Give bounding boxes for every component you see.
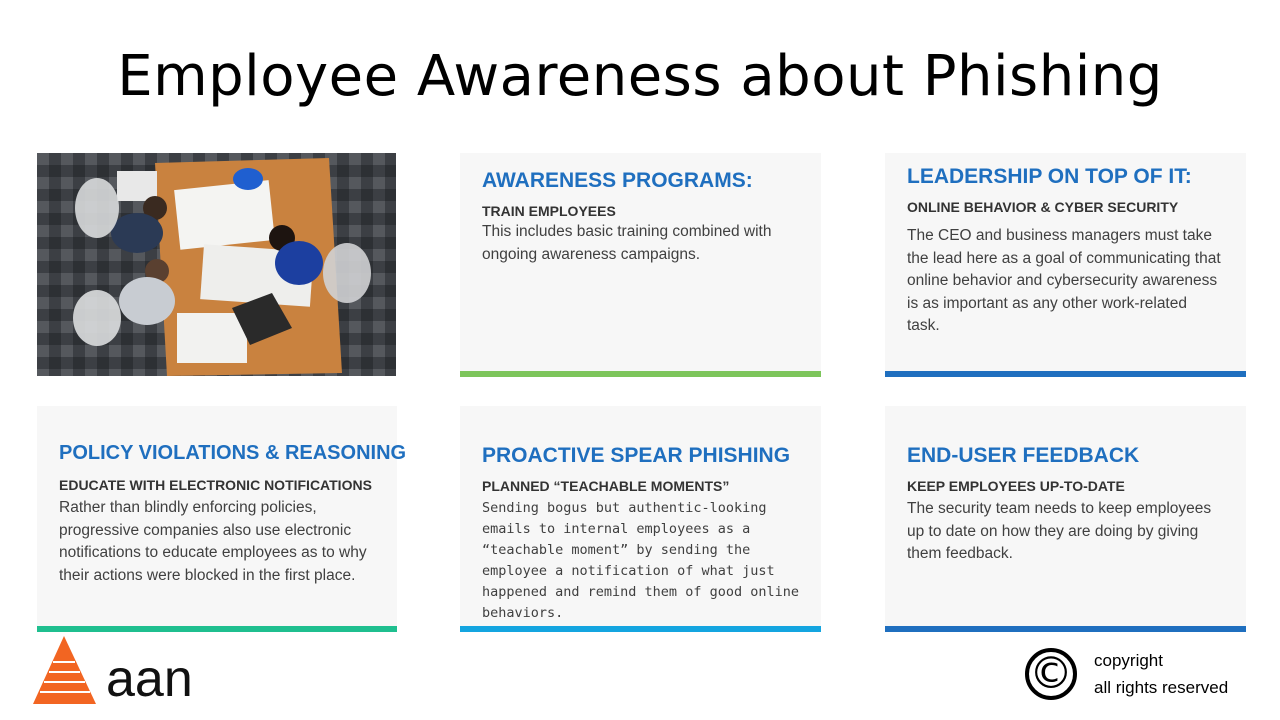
card-heading: POLICY VIOLATIONS & REASONING [59,442,407,464]
card-accent-bar [885,371,1246,377]
card-heading: END-USER FEEDBACK [907,444,1140,467]
card-body: Rather than blindly enforcing policies, … [59,499,367,584]
card-subheading: ONLINE BEHAVIOR & CYBER SECURITY [907,199,1179,215]
card-body: The security team needs to keep employee… [907,500,1212,562]
card-body: Sending bogus but authentic-looking emai… [482,500,799,621]
card-body: The CEO and business managers must take … [907,227,1221,334]
copyright-label: copyright [1094,651,1163,670]
card-heading: AWARENESS PROGRAMS: [482,169,753,192]
card-awareness-programs: AWARENESS PROGRAMS: TRAIN EMPLOYEES This… [460,153,821,377]
card-subheading: KEEP EMPLOYEES UP-TO-DATE [907,478,1125,494]
card-policy-violations: POLICY VIOLATIONS & REASONING EDUCATE WI… [37,406,407,632]
card-leadership: LEADERSHIP ON TOP OF IT: ONLINE BEHAVIOR… [885,153,1246,377]
card-subheading: PLANNED “TEACHABLE MOMENTS” [482,478,730,494]
copyright-icon: © [1025,648,1077,700]
card-subheading: EDUCATE WITH ELECTRONIC NOTIFICATIONS [59,477,372,493]
card-body: This includes basic training combined wi… [482,223,772,263]
card-accent-bar [37,626,397,632]
aan-logo: aan [30,634,210,708]
office-meeting-photo [37,153,396,376]
triangle-logo-icon: aan [33,636,193,708]
card-spear-phishing: PROACTIVE SPEAR PHISHING PLANNED “TEACHA… [460,406,821,632]
card-heading: PROACTIVE SPEAR PHISHING [482,444,791,467]
card-heading: LEADERSHIP ON TOP OF IT: [907,165,1192,188]
slide-title: Employee Awareness about Phishing [117,44,1163,109]
card-accent-bar [885,626,1246,632]
card-accent-bar [460,371,821,377]
copyright-notice: © copyright all rights reserved [1022,645,1252,711]
card-end-user-feedback: END-USER FEEDBACK KEEP EMPLOYEES UP-TO-D… [885,406,1246,632]
card-subheading: TRAIN EMPLOYEES [482,203,616,219]
logo-text: aan [106,650,193,708]
card-accent-bar [460,626,821,632]
rights-reserved-label: all rights reserved [1094,678,1229,697]
